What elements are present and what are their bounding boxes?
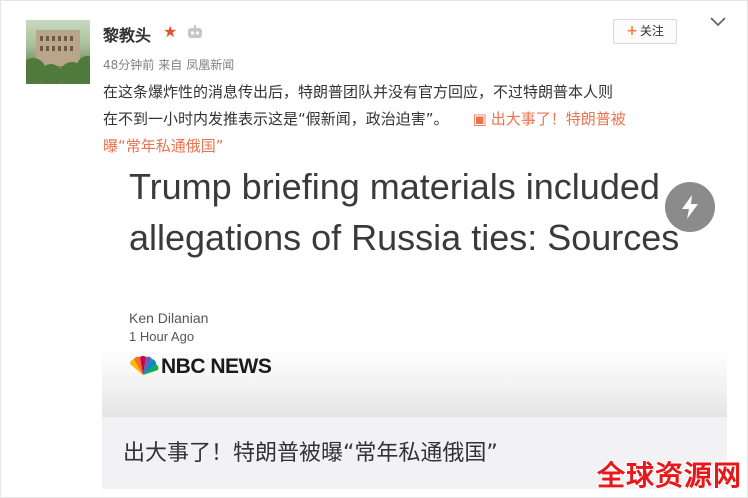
article-time: 1 Hour Ago xyxy=(129,329,195,344)
weibo-post-card: 黎教头 ★ 48分钟前 来自 凤凰新闻 + 关注 在这条爆炸性的消息传出后，特朗普团队… xyxy=(0,0,748,498)
article-card[interactable]: Trump briefing materials included allega… xyxy=(102,169,727,417)
watermark: 全球资源网 xyxy=(597,459,743,492)
chevron-down-icon[interactable] xyxy=(709,15,727,29)
post-time[interactable]: 48分钟前 xyxy=(103,58,154,72)
post-text-line-1: 在这条爆炸性的消息传出后，特朗普团队并没有官方回应，不过特朗普本人则 xyxy=(103,83,614,101)
source-prefix: 来自 xyxy=(158,58,183,72)
article-author: Ken Dilanian xyxy=(129,310,209,326)
lightning-play-icon[interactable] xyxy=(665,182,715,232)
post-source[interactable]: 凤凰新闻 xyxy=(186,58,234,72)
post-meta: 48分钟前 来自 凤凰新闻 xyxy=(103,56,238,73)
post-link-continued[interactable]: 曝“常年私通俄国” xyxy=(103,137,224,155)
avatar[interactable] xyxy=(26,20,90,84)
post-text-line-2: 在不到一小时内发推表示这是“假新闻，政治迫害”。 xyxy=(103,110,449,128)
article-headline: Trump briefing materials included allega… xyxy=(129,169,680,258)
follow-button[interactable]: + 关注 xyxy=(613,19,677,44)
nbc-news-logo-text: NBC NEWS xyxy=(161,355,272,378)
peacock-icon xyxy=(129,356,159,375)
username[interactable]: 黎教头 xyxy=(103,22,151,46)
article-caption: 出大事了！特朗普被曝“常年私通俄国” xyxy=(123,441,498,466)
follow-label: 关注 xyxy=(639,24,664,38)
post-text: 在这条爆炸性的消息传出后，特朗普团队并没有官方回应，不过特朗普本人则 在不到一小… xyxy=(103,79,723,160)
badge-icon xyxy=(188,25,202,38)
star-icon: ★ xyxy=(163,22,178,41)
post-link[interactable]: 出大事了！特朗普被 xyxy=(491,110,626,128)
plus-icon: + xyxy=(626,23,638,39)
link-icon[interactable]: ▣ xyxy=(473,110,487,128)
